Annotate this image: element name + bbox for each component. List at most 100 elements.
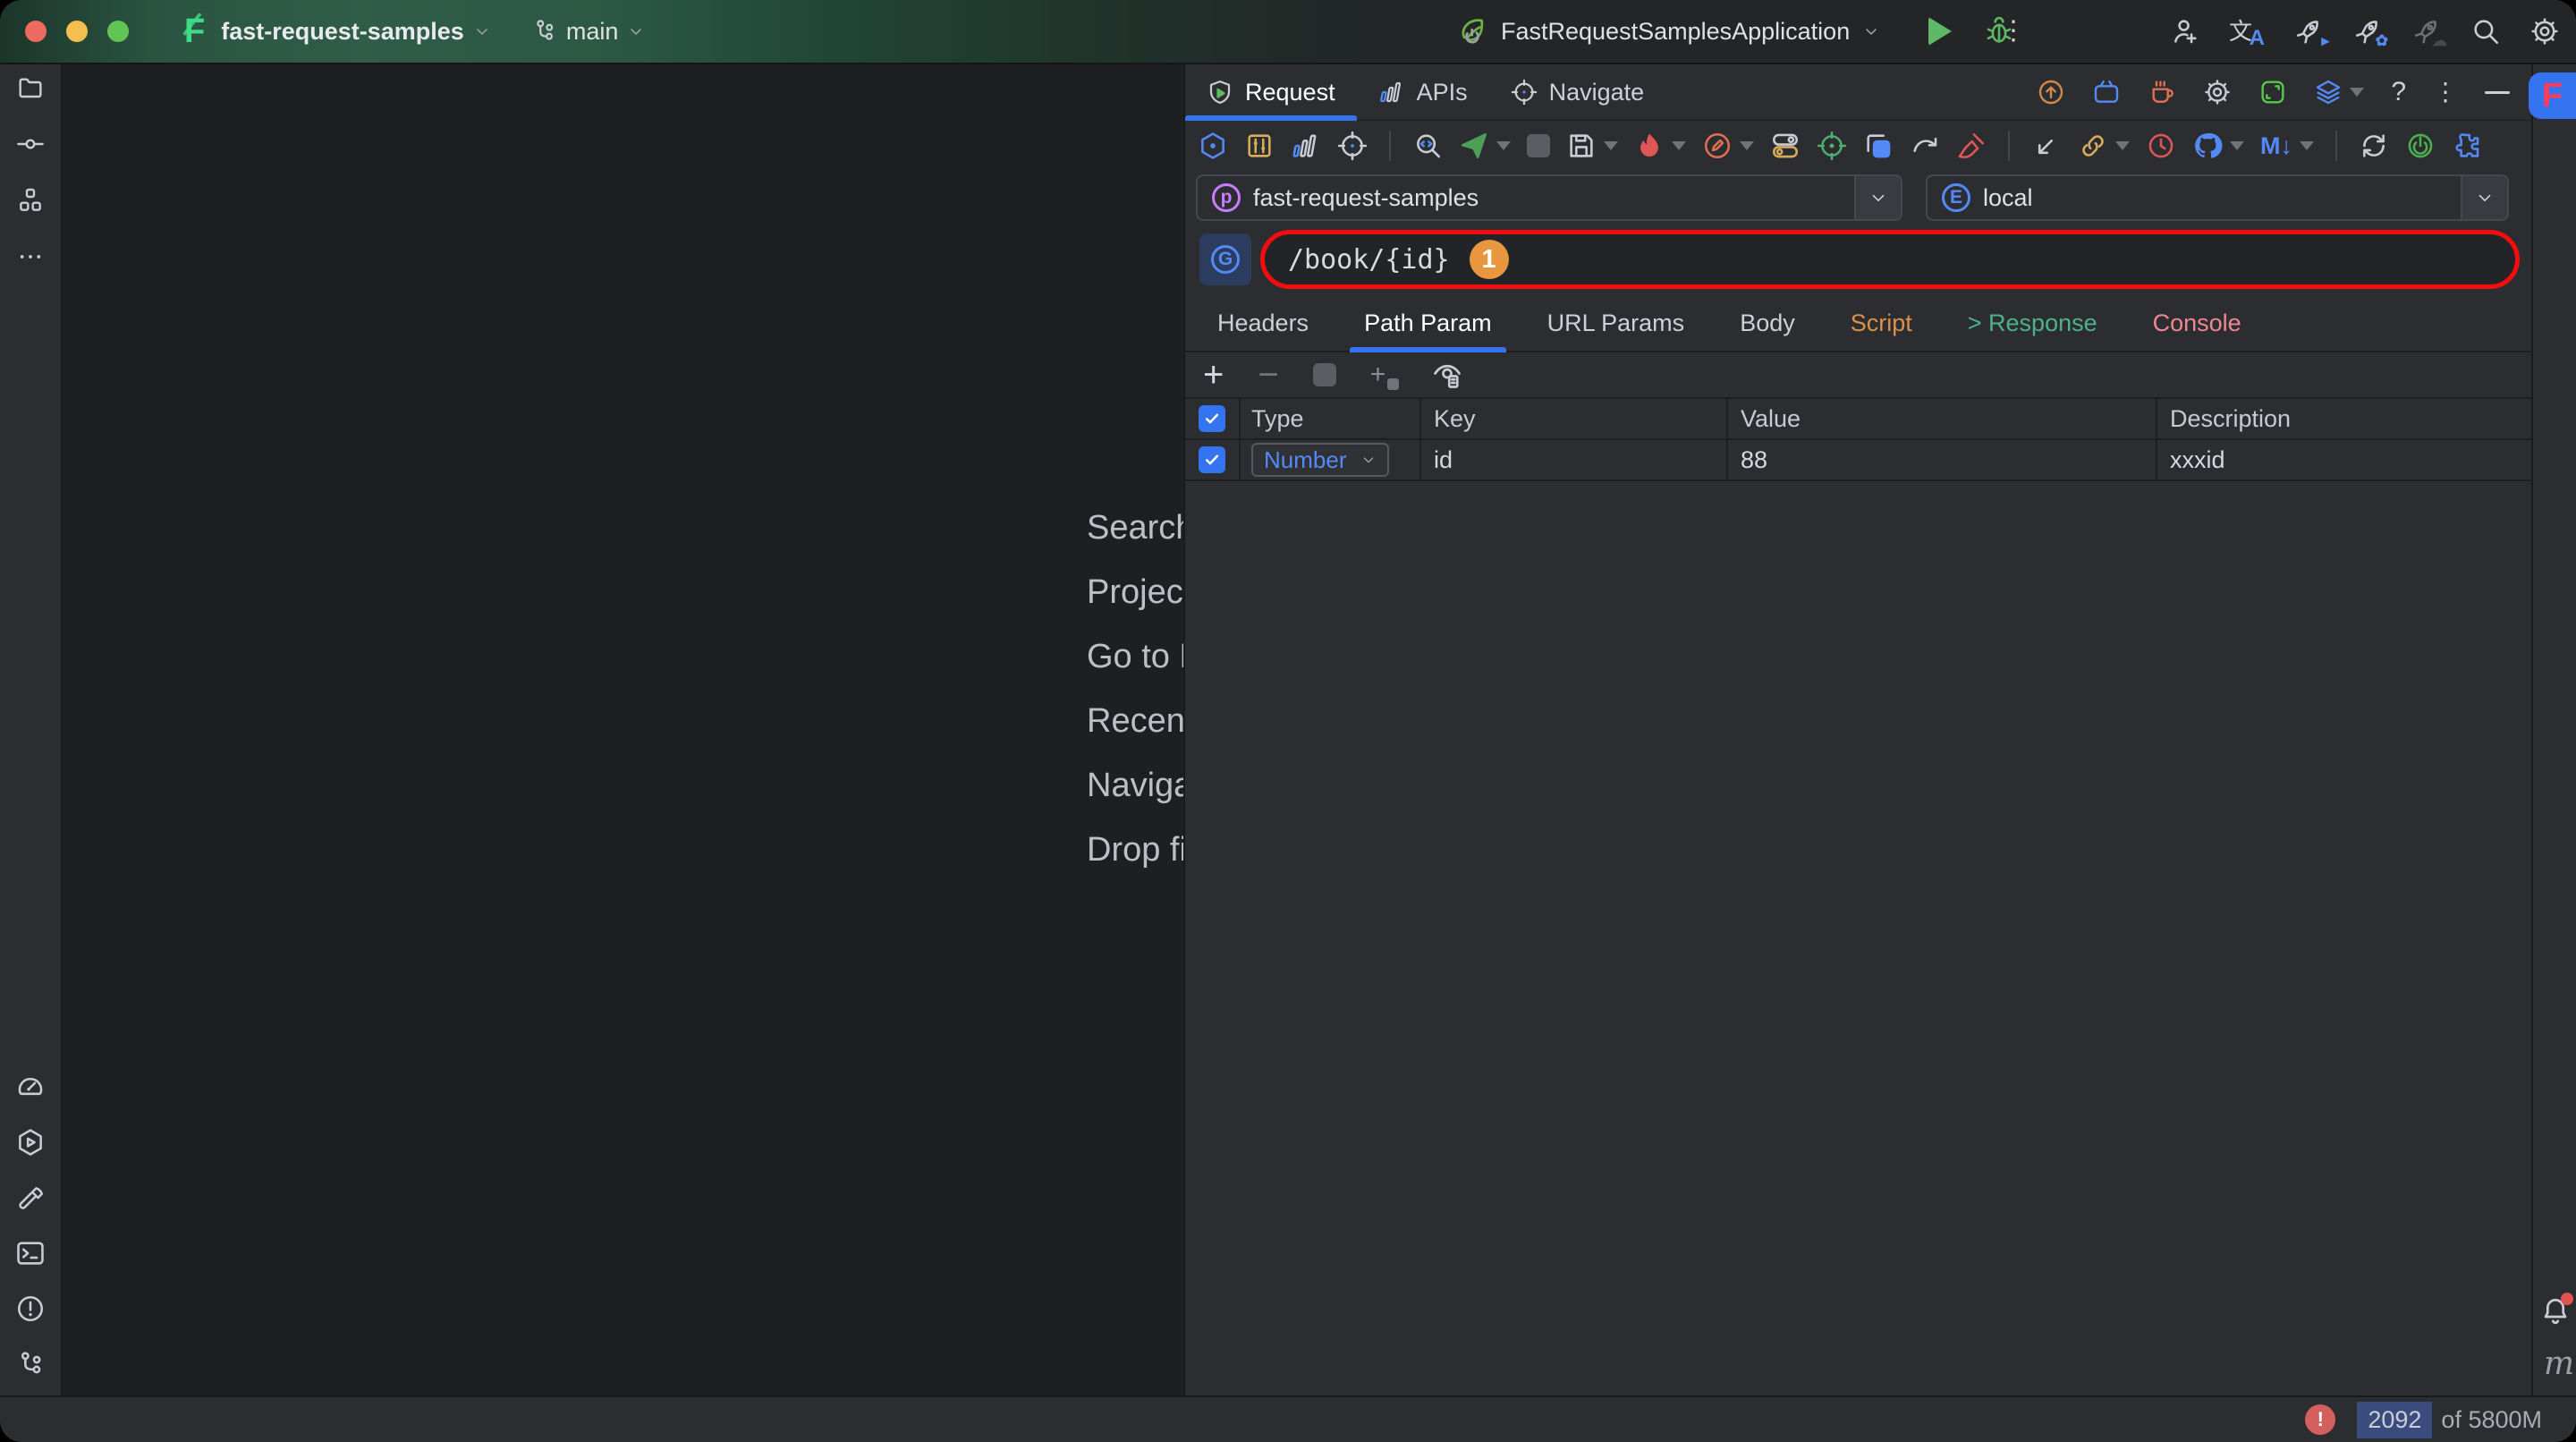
commit-toolwindow-icon[interactable] [16, 130, 45, 158]
vcs-branch-widget[interactable]: main [530, 18, 646, 46]
problems-toolwindow-icon[interactable] [15, 1294, 46, 1324]
environment-select-arrow[interactable] [2461, 176, 2507, 219]
tab-body[interactable]: Body [1740, 296, 1795, 351]
panel-settings-gear-icon[interactable] [2203, 78, 2232, 106]
structure-toolwindow-icon[interactable] [16, 186, 45, 215]
param-key-cell[interactable]: id [1421, 440, 1728, 479]
shield-request-icon [1207, 79, 1233, 106]
navigate-crosshair-icon [1511, 79, 1538, 106]
clear-broom-icon[interactable] [1956, 131, 1987, 161]
hint-line: Navigat [1087, 753, 1183, 818]
url-input[interactable]: /book/{id} 1 [1260, 230, 2520, 289]
search-everywhere-icon[interactable] [2470, 16, 2501, 47]
translate-icon[interactable]: 文A [2229, 15, 2265, 47]
project-toolwindow-icon[interactable] [16, 73, 45, 102]
tab-navigate[interactable]: Navigate [1489, 64, 1666, 120]
search-api-icon[interactable] [1412, 131, 1443, 161]
help-icon[interactable]: ? [2391, 77, 2406, 107]
coffee-icon[interactable] [2148, 78, 2176, 106]
upgrade-icon[interactable] [2037, 78, 2065, 106]
save-request-menu[interactable] [1566, 131, 1618, 161]
tab-path-param[interactable]: Path Param [1364, 296, 1492, 351]
fast-request-floating-logo[interactable]: F [2529, 72, 2576, 119]
layers-menu[interactable] [2314, 78, 2364, 106]
param-description-cell[interactable]: xxxid [2157, 440, 2531, 479]
memory-widget-label[interactable]: m [2544, 1345, 2574, 1382]
project-select-value: fast-request-samples [1253, 184, 1479, 212]
expand-icon[interactable] [2258, 78, 2287, 106]
git-toolwindow-icon[interactable] [15, 1349, 46, 1379]
rocket-settings-icon[interactable]: ✿ [2352, 16, 2383, 47]
api-list-icon[interactable] [1291, 131, 1321, 161]
send-request-menu[interactable] [1459, 131, 1511, 161]
more-toolwindows-icon[interactable] [16, 242, 45, 271]
markdown-export-menu[interactable]: M↓ [2260, 132, 2314, 160]
tab-headers[interactable]: Headers [1217, 296, 1309, 351]
tab-request[interactable]: Request [1185, 64, 1357, 120]
minimize-window-button[interactable] [66, 21, 88, 42]
close-window-button[interactable] [25, 21, 47, 42]
import-icon[interactable] [2031, 131, 2062, 161]
redo-icon[interactable] [1910, 131, 1940, 161]
param-table-header: Type Key Value Description [1185, 399, 2531, 440]
target-icon[interactable] [1817, 131, 1847, 161]
editor-shortcut-hints: Search Project Go to F Recent Navigat Dr… [1087, 496, 1183, 882]
type-select[interactable]: Number [1251, 443, 1389, 477]
memory-indicator[interactable]: 2092 of 5800M [2357, 1402, 2542, 1438]
more-actions-icon[interactable]: ⋮ [2000, 23, 2027, 39]
environment-select[interactable]: E local [1926, 174, 2509, 221]
plugin-puzzle-icon[interactable] [2452, 131, 2482, 161]
project-select[interactable]: p fast-request-samples [1196, 174, 1902, 221]
clear-rows-icon[interactable] [1313, 363, 1336, 386]
link-menu[interactable] [2078, 131, 2130, 161]
endpoints-toolwindow-icon[interactable] [15, 1072, 46, 1102]
edit-doc-menu[interactable] [1702, 131, 1754, 161]
power-status-icon[interactable] [2405, 131, 2436, 161]
copy-icon[interactable] [1863, 131, 1894, 161]
sync-refresh-icon[interactable] [2359, 131, 2389, 161]
build-toolwindow-icon[interactable] [15, 1183, 46, 1213]
locate-icon[interactable] [1337, 131, 1368, 161]
type-select-value: Number [1264, 446, 1346, 474]
tab-script[interactable]: Script [1851, 296, 1912, 351]
hot-actions-menu[interactable] [1634, 131, 1686, 161]
project-select-arrow[interactable] [1854, 176, 1901, 219]
row-checkbox[interactable] [1199, 446, 1225, 473]
run-button[interactable] [1928, 17, 1952, 46]
services-toolwindow-icon[interactable] [15, 1127, 46, 1158]
hide-panel-icon[interactable] [2485, 91, 2510, 94]
param-value-cell[interactable]: 88 [1728, 440, 2157, 479]
code-with-me-icon[interactable] [2170, 16, 2200, 47]
stop-request-icon-disabled [1527, 134, 1550, 157]
tab-console[interactable]: Console [2153, 296, 2241, 351]
duplicate-row-icon[interactable]: + [1370, 361, 1397, 388]
http-method-badge[interactable]: G [1199, 233, 1251, 285]
git-branch-icon [530, 18, 557, 45]
toggles-icon[interactable] [1770, 131, 1801, 161]
project-config-icon[interactable] [1198, 131, 1228, 161]
dropdown-arrow-icon [2230, 141, 2244, 150]
run-configuration-widget[interactable]: FastRequestSamplesApplication [1456, 0, 2014, 63]
github-menu[interactable] [2192, 131, 2244, 161]
tab-response[interactable]: > Response [1968, 296, 2097, 351]
preview-params-icon[interactable] [1431, 359, 1463, 391]
settings-gear-icon[interactable] [2529, 16, 2560, 47]
history-clock-icon[interactable] [2146, 131, 2176, 161]
tv-icon[interactable] [2092, 78, 2121, 106]
left-toolwindow-stripe [0, 64, 63, 1395]
notifications-bell[interactable] [2539, 1295, 2572, 1327]
zoom-window-button[interactable] [107, 21, 129, 42]
error-badge[interactable]: ! [2305, 1404, 2335, 1435]
tab-apis[interactable]: APIs [1357, 64, 1489, 120]
panel-more-icon[interactable]: ⋮ [2433, 84, 2458, 99]
tab-url-params[interactable]: URL Params [1547, 296, 1685, 351]
remove-row-icon[interactable]: − [1258, 357, 1278, 393]
project-switcher[interactable]: fast-request-samples [221, 18, 464, 46]
run-anything-icon[interactable]: ▸ [2293, 16, 2324, 47]
annotation-mark-badge: 1 [1470, 240, 1509, 279]
hint-line: Project [1087, 560, 1183, 624]
select-all-checkbox[interactable] [1199, 405, 1225, 432]
filter-settings-icon[interactable] [1244, 131, 1275, 161]
terminal-toolwindow-icon[interactable] [15, 1238, 46, 1268]
add-row-icon[interactable]: + [1203, 357, 1224, 393]
